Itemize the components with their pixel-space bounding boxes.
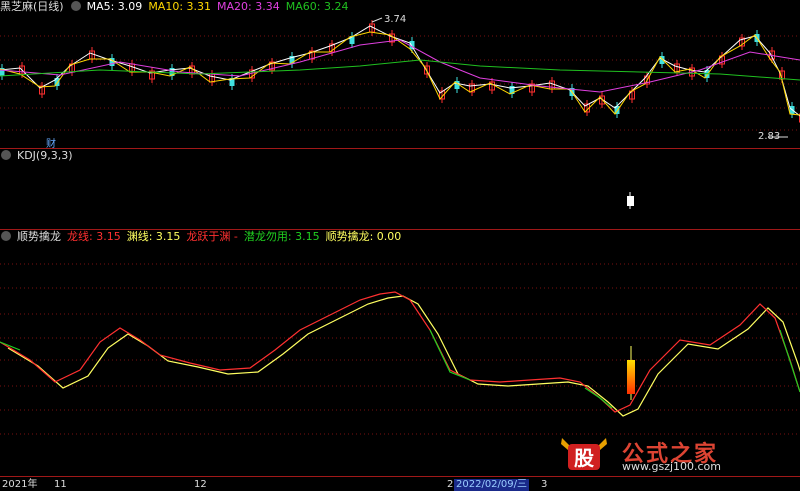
high-price-label: 3.74 <box>384 14 406 25</box>
low-price-label: 2.83 <box>758 131 780 142</box>
axis-label-year: 2021年 <box>2 479 37 491</box>
watermark: 股 公式之家 www.gszj100.com <box>558 434 788 474</box>
watermark-url: www.gszj100.com <box>622 460 721 473</box>
axis-label-feb: 2 <box>447 479 453 491</box>
watermark-logo-icon: 股 <box>558 434 610 474</box>
kdj-chart <box>0 149 800 229</box>
price-pane[interactable]: 黑芝麻(日线)MA5: 3.09MA10: 3.31MA20: 3.34MA60… <box>0 0 800 148</box>
axis-label-nov: 11 <box>54 479 67 491</box>
axis-cursor-date[interactable]: 2022/02/09/三 <box>454 479 529 491</box>
kdj-pane[interactable]: KDJ(9,3,3) <box>0 149 800 229</box>
axis-label-dec: 12 <box>194 479 207 491</box>
time-axis: 2021年 11 12 2 2022/02/09/三 3 <box>0 476 800 491</box>
axis-label-mar: 3 <box>541 479 547 491</box>
watermark-logo-text: 股 <box>574 446 594 470</box>
